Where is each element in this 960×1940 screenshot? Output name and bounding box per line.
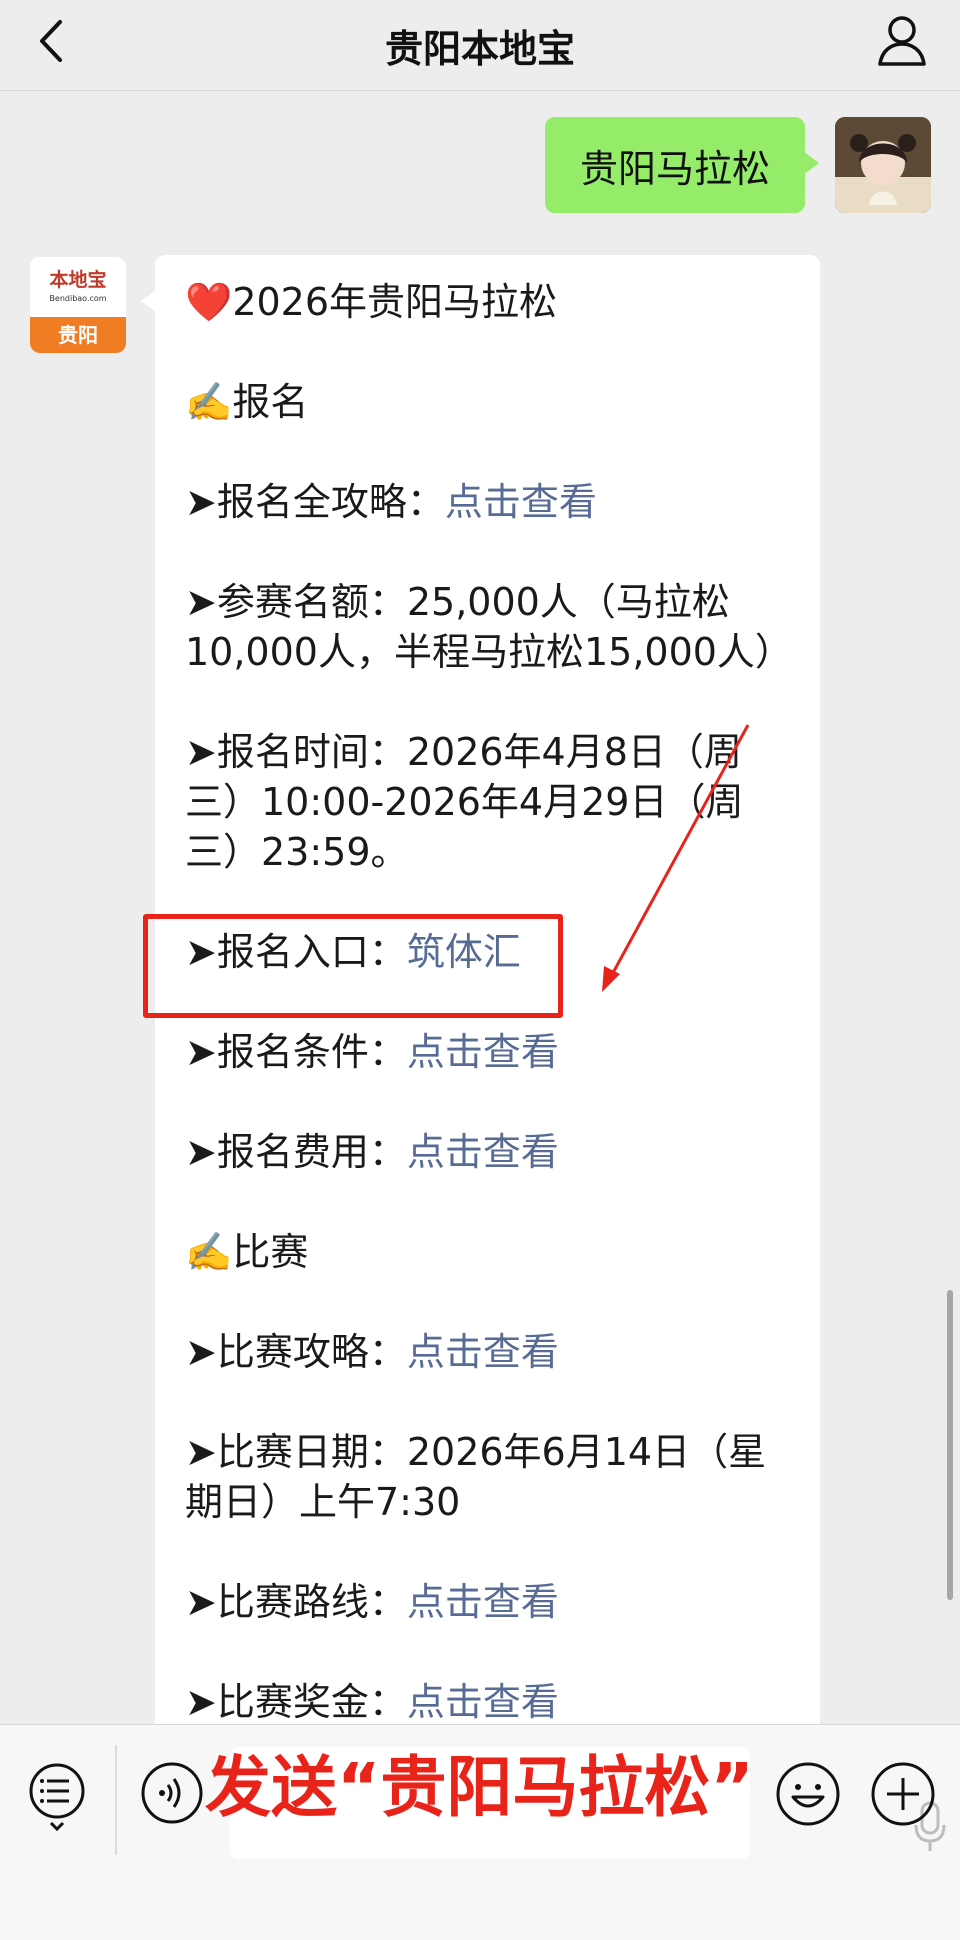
user-avatar-image bbox=[835, 117, 931, 213]
race-date-line: ➤比赛日期：2026年6月14日（星期日）上午7:30 bbox=[185, 1430, 767, 1524]
signup-guide-label: ➤报名全攻略： bbox=[185, 480, 445, 524]
sent-message-text: 贵阳马拉松 bbox=[579, 146, 770, 191]
more-button[interactable] bbox=[870, 1761, 936, 1827]
race-guide-link[interactable]: 点击查看 bbox=[407, 1330, 559, 1374]
account-logo: 本地宝 Bendibao.com bbox=[30, 257, 126, 317]
message-title: ❤️2026年贵阳马拉松 bbox=[185, 280, 558, 324]
race-guide-label: ➤比赛攻略： bbox=[185, 1330, 407, 1374]
account-city-label: 贵阳 bbox=[30, 317, 126, 353]
list-menu-icon bbox=[29, 1763, 85, 1832]
toolbar-divider bbox=[115, 1745, 117, 1855]
section-heading-race: ✍️比赛 bbox=[185, 1230, 309, 1274]
annotation-arrow-icon bbox=[602, 724, 750, 992]
account-avatar[interactable]: 本地宝 Bendibao.com 贵阳 bbox=[30, 257, 126, 353]
annotation-overlay-text: 发送“贵阳马拉松” bbox=[205, 1749, 754, 1826]
race-prize-link[interactable]: 点击查看 bbox=[407, 1680, 559, 1724]
nav-header: 贵阳本地宝 bbox=[0, 0, 960, 91]
race-route-link[interactable]: 点击查看 bbox=[407, 1580, 559, 1624]
voice-icon bbox=[141, 1762, 203, 1824]
page-title: 贵阳本地宝 bbox=[384, 27, 575, 71]
signup-fees-line: ➤报名费用：点击查看 bbox=[185, 1127, 795, 1177]
quota-line: ➤参赛名额：25,000人（马拉松10,000人，半程马拉松15,000人） bbox=[185, 580, 793, 674]
account-logo-url: Bendibao.com bbox=[49, 294, 107, 303]
signup-fees-label: ➤报名费用： bbox=[185, 1130, 407, 1174]
profile-button[interactable] bbox=[874, 12, 930, 70]
signup-conditions-link[interactable]: 点击查看 bbox=[407, 1030, 559, 1074]
user-avatar[interactable] bbox=[835, 117, 931, 213]
annotation-highlight-box bbox=[143, 914, 563, 1018]
sent-message-bubble[interactable]: 贵阳马拉松 bbox=[545, 117, 819, 213]
race-prize-label: ➤比赛奖金： bbox=[185, 1680, 407, 1724]
race-guide-line: ➤比赛攻略：点击查看 bbox=[185, 1327, 795, 1377]
menu-button[interactable] bbox=[25, 1761, 89, 1833]
race-route-label: ➤比赛路线： bbox=[185, 1580, 407, 1624]
signup-guide-line: ➤报名全攻略：点击查看 bbox=[185, 477, 795, 527]
signup-conditions-label: ➤报名条件： bbox=[185, 1030, 407, 1074]
race-prize-line: ➤比赛奖金：点击查看 bbox=[185, 1677, 795, 1727]
signup-fees-link[interactable]: 点击查看 bbox=[407, 1130, 559, 1174]
message-content: ❤️2026年贵阳马拉松 ✍️报名 ➤报名全攻略：点击查看 ➤参赛名额：25,0… bbox=[185, 277, 795, 1777]
race-route-line: ➤比赛路线：点击查看 bbox=[185, 1577, 795, 1627]
section-heading-signup: ✍️报名 bbox=[185, 380, 309, 424]
signup-guide-link[interactable]: 点击查看 bbox=[445, 480, 597, 524]
signup-conditions-line: ➤报名条件：点击查看 bbox=[185, 1027, 795, 1077]
account-logo-text: 本地宝 bbox=[49, 269, 107, 291]
scrollbar[interactable] bbox=[947, 1290, 953, 1600]
plus-icon bbox=[871, 1762, 935, 1826]
person-icon bbox=[878, 16, 926, 66]
voice-button[interactable] bbox=[140, 1761, 204, 1825]
